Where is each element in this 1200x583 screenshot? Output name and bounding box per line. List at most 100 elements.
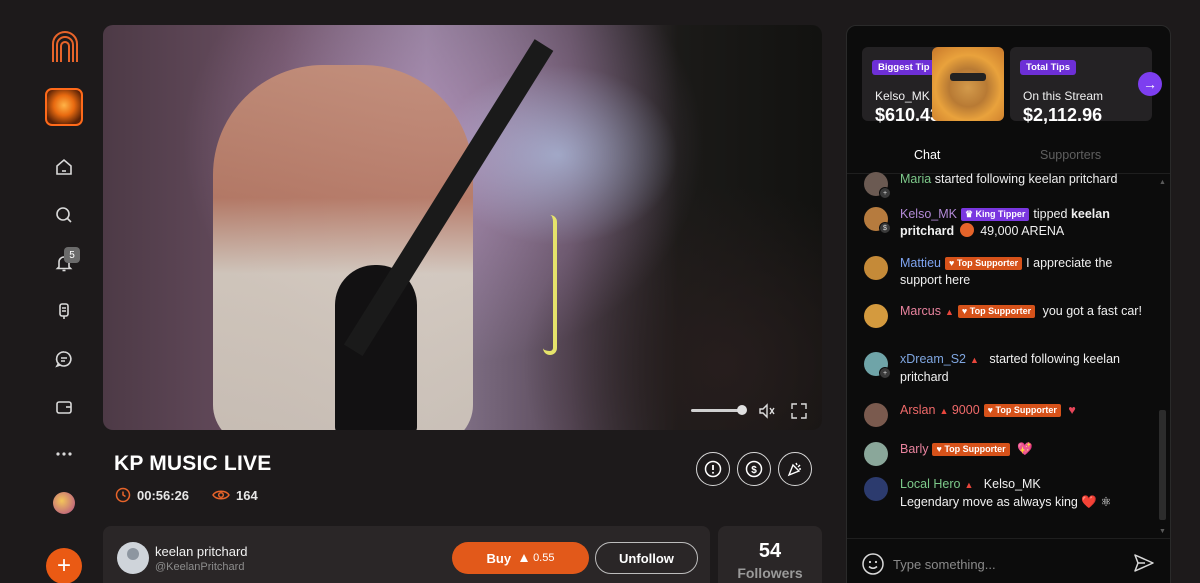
top-supporter-badge: ♥ Top Supporter (983, 404, 1061, 417)
create-button[interactable]: + (46, 548, 82, 583)
chat-username[interactable]: Arslan (900, 403, 935, 417)
biggest-tip-card[interactable]: Biggest Tip Kelso_MK $610.43 (862, 47, 1004, 125)
user-avatar[interactable] (864, 442, 888, 466)
video-player[interactable] (103, 25, 822, 430)
report-button[interactable] (696, 452, 730, 486)
user-avatar[interactable]: + (864, 352, 891, 379)
user-avatar[interactable]: $ (864, 207, 891, 234)
unfollow-button[interactable]: Unfollow (595, 542, 698, 574)
scroll-up-arrow[interactable]: ▲ (1158, 178, 1167, 187)
more-icon[interactable] (50, 440, 78, 468)
buy-label: Buy (486, 550, 512, 566)
next-arrow-button[interactable]: → (1138, 72, 1162, 96)
celebrate-button[interactable] (778, 452, 812, 486)
scroll-down-arrow[interactable]: ▼ (1158, 527, 1167, 536)
volume-slider[interactable] (691, 405, 747, 415)
rank-up-icon: ▲ (964, 480, 974, 490)
biggest-tip-name: Kelso_MK (875, 89, 930, 103)
fullscreen-icon[interactable] (789, 401, 809, 421)
chat-panel: Biggest Tip Kelso_MK $610.43 Total Tips … (846, 25, 1171, 583)
mentioned-user[interactable]: Kelso_MK (984, 477, 1041, 491)
plus-icon: + (56, 552, 71, 579)
tip-amount: 49,000 ARENA (980, 224, 1065, 238)
chat-username[interactable]: Marcus (900, 304, 941, 318)
profile-avatar[interactable] (53, 492, 75, 514)
chat-username[interactable]: Barly (900, 442, 928, 456)
rank-up-icon: ▲ (944, 307, 954, 317)
chat-feed[interactable]: + Maria started following keelan pritcha… (847, 171, 1155, 534)
chat-message: Barly ♥ Top Supporter 💖 (864, 441, 1148, 466)
chat-username[interactable]: xDream_S2 (900, 352, 966, 366)
tab-chat[interactable]: Chat (914, 148, 940, 162)
live-icon[interactable] (50, 297, 78, 325)
creator-handle: @KeelanPritchard (155, 561, 245, 573)
svg-text:$: $ (751, 465, 757, 476)
chat-message: Mattieu ♥ Top Supporter I appreciate the s… (864, 255, 1148, 289)
chat-text: 💖 (1017, 442, 1033, 456)
stream-title: KP MUSIC LIVE (114, 452, 272, 475)
mute-icon[interactable] (757, 401, 777, 421)
eye-icon (212, 490, 230, 500)
chat-text: you got a fast car! (1042, 304, 1142, 318)
chat-username[interactable]: Local Hero (900, 477, 960, 491)
clock-icon (115, 487, 131, 503)
total-tips-tag: Total Tips (1020, 60, 1076, 75)
tip-button[interactable]: $ (737, 452, 771, 486)
chat-message: + xDream_S2 ▲ started following keelan pr… (864, 351, 1148, 386)
user-avatar[interactable] (864, 403, 888, 427)
user-avatar[interactable] (864, 304, 888, 328)
arena-coin-icon (960, 223, 975, 237)
stream-duration: 00:56:26 (115, 487, 189, 503)
follow-icon: + (879, 367, 891, 379)
biggest-tip-value: $610.43 (875, 105, 941, 125)
chat-message: $ Kelso_MK ♛ King Tipper tipped keelan pri… (864, 206, 1148, 240)
chat-message-input[interactable] (893, 551, 1113, 577)
arena-logo-icon[interactable] (50, 28, 80, 64)
chat-input-row (847, 538, 1170, 583)
chat-message: + Maria started following keelan pritcha… (864, 171, 1148, 199)
wallet-icon[interactable] (50, 393, 78, 421)
chat-message: Arslan ▲ 9000 ♥ Top Supporter ♥ (864, 402, 1148, 427)
tipper-nft-image (932, 47, 1004, 121)
user-score: 9000 (951, 403, 980, 417)
chat-text: tipped (1033, 207, 1068, 221)
biggest-tip-tag: Biggest Tip (872, 60, 936, 75)
chat-scrollbar[interactable]: ▲ ▼ (1158, 178, 1167, 536)
notification-count-badge: 5 (64, 247, 80, 263)
creator-card: keelan pritchard @KeelanPritchard Buy 0.… (103, 526, 710, 583)
total-tips-card[interactable]: Total Tips On this Stream $2,112.96 (1010, 47, 1152, 125)
home-icon[interactable] (50, 153, 78, 181)
video-microphone (335, 265, 417, 430)
chat-username[interactable]: Kelso_MK (900, 207, 957, 221)
chat-text: started following keelan pritchard (934, 172, 1118, 186)
tip-dollar-icon: $ (879, 222, 891, 234)
user-avatar[interactable]: + (864, 172, 891, 199)
emoji-icon[interactable] (861, 552, 885, 576)
messages-icon[interactable] (50, 345, 78, 373)
buy-button[interactable]: Buy 0.55 (452, 542, 589, 574)
total-tips-value: $2,112.96 (1023, 105, 1103, 125)
creator-name[interactable]: keelan pritchard (155, 544, 248, 559)
followers-label: Followers (737, 565, 803, 581)
scroll-thumb[interactable] (1159, 410, 1166, 520)
duration-text: 00:56:26 (137, 487, 190, 503)
dollar-icon: $ (745, 460, 763, 478)
party-popper-icon (787, 462, 801, 477)
chat-message: Marcus ▲ ♥ Top Supporter you got a fast ca… (864, 303, 1148, 328)
total-tips-label: On this Stream (1023, 89, 1104, 103)
chat-username[interactable]: Maria (900, 172, 931, 186)
video-cable (543, 215, 557, 355)
chat-username[interactable]: Mattieu (900, 256, 941, 270)
send-icon[interactable] (1132, 551, 1156, 575)
user-avatar[interactable] (864, 477, 888, 501)
top-supporter-badge: ♥ Top Supporter (957, 305, 1036, 318)
top-supporter-badge: ♥ Top Supporter (945, 257, 1023, 270)
current-stream-thumbnail[interactable] (45, 88, 83, 126)
rank-up-icon: ▲ (939, 406, 949, 416)
chat-text: ♥ (1068, 403, 1076, 417)
user-avatar[interactable] (864, 256, 888, 280)
follow-icon: + (879, 187, 891, 199)
creator-avatar[interactable] (117, 542, 149, 574)
search-icon[interactable] (50, 201, 78, 229)
tab-supporters[interactable]: Supporters (1040, 148, 1101, 162)
